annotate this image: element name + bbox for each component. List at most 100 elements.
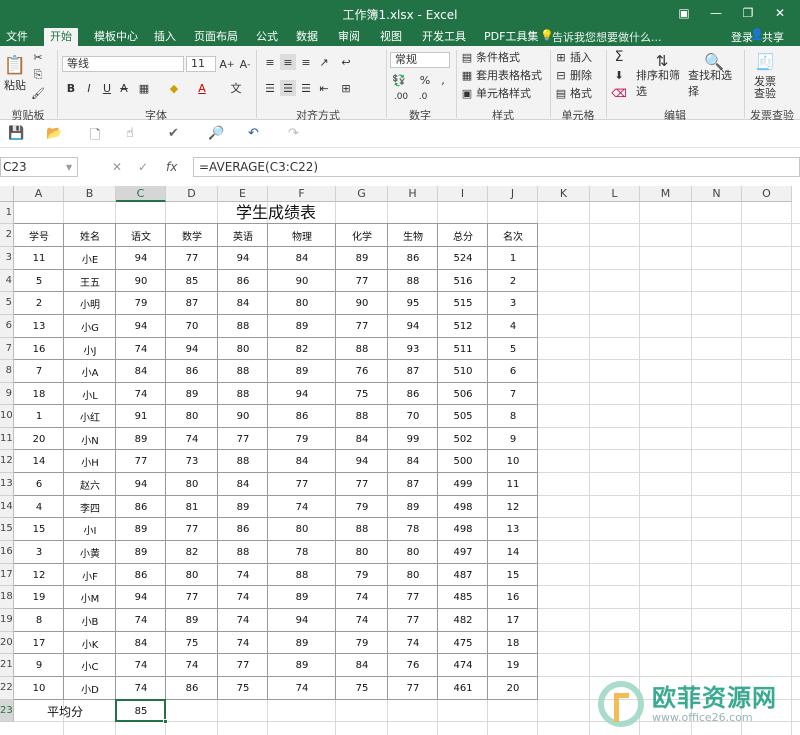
paste-button[interactable]: 粘贴 bbox=[2, 78, 28, 92]
row-header[interactable]: 9 bbox=[0, 383, 14, 405]
table-cell[interactable]: 16 bbox=[14, 338, 64, 360]
new-file-icon[interactable]: 🗋 bbox=[90, 126, 100, 148]
table-cell[interactable]: 86 bbox=[388, 383, 438, 405]
row-header[interactable]: 23 bbox=[0, 700, 14, 722]
table-cell[interactable]: 89 bbox=[116, 541, 166, 564]
table-cell[interactable]: 89 bbox=[336, 247, 388, 270]
table-cell[interactable]: 84 bbox=[116, 360, 166, 383]
table-cell[interactable]: 94 bbox=[388, 315, 438, 338]
table-cell[interactable]: 474 bbox=[438, 654, 488, 677]
decrease-font-icon[interactable]: A- bbox=[238, 56, 252, 72]
table-cell[interactable]: 5 bbox=[488, 338, 538, 360]
table-cell[interactable]: 2 bbox=[14, 292, 64, 315]
table-cell[interactable]: 74 bbox=[218, 632, 268, 654]
table-cell[interactable]: 77 bbox=[336, 315, 388, 338]
autosum-icon[interactable]: Σ bbox=[610, 49, 628, 65]
touch-mode-icon[interactable]: ☝ bbox=[126, 126, 134, 141]
tab-pdf-tools[interactable]: PDF工具集 bbox=[478, 28, 544, 46]
table-cell[interactable]: 77 bbox=[268, 473, 336, 496]
table-cell[interactable]: 482 bbox=[438, 609, 488, 632]
table-cell[interactable]: 13 bbox=[14, 315, 64, 338]
table-cell[interactable]: 487 bbox=[438, 564, 488, 586]
table-cell[interactable]: 小B bbox=[64, 609, 116, 632]
table-cell[interactable]: 小G bbox=[64, 315, 116, 338]
table-cell[interactable]: 88 bbox=[218, 315, 268, 338]
table-cell[interactable]: 11 bbox=[488, 473, 538, 496]
table-cell[interactable]: 7 bbox=[488, 383, 538, 405]
table-cell[interactable]: 88 bbox=[218, 360, 268, 383]
table-cell[interactable]: 86 bbox=[218, 270, 268, 292]
tab-home[interactable]: 开始 bbox=[44, 28, 78, 46]
table-cell[interactable]: 485 bbox=[438, 586, 488, 609]
table-cell[interactable]: 77 bbox=[166, 586, 218, 609]
table-cell[interactable]: 89 bbox=[268, 586, 336, 609]
table-cell[interactable]: 1 bbox=[14, 405, 64, 428]
table-cell[interactable]: 9 bbox=[488, 428, 538, 450]
table-cell[interactable]: 小F bbox=[64, 564, 116, 586]
table-cell[interactable]: 小C bbox=[64, 654, 116, 677]
table-cell[interactable]: 90 bbox=[218, 405, 268, 428]
table-cell[interactable]: 小明 bbox=[64, 292, 116, 315]
table-cell[interactable]: 76 bbox=[336, 360, 388, 383]
column-header[interactable]: I bbox=[438, 186, 488, 202]
table-cell[interactable]: 74 bbox=[116, 677, 166, 700]
table-cell[interactable]: 小N bbox=[64, 428, 116, 450]
table-cell[interactable]: 94 bbox=[336, 450, 388, 473]
table-cell[interactable]: 89 bbox=[268, 632, 336, 654]
average-label-cell[interactable]: 平均分 bbox=[14, 700, 116, 722]
row-header[interactable]: 17 bbox=[0, 564, 14, 586]
sort-filter-button[interactable]: 排序和筛选 bbox=[636, 69, 688, 98]
open-folder-icon[interactable]: 📂 bbox=[46, 126, 62, 141]
column-header[interactable]: O bbox=[742, 186, 792, 202]
table-cell[interactable]: 75 bbox=[336, 677, 388, 700]
table-cell[interactable]: 80 bbox=[388, 541, 438, 564]
enter-icon[interactable]: ✓ bbox=[138, 160, 148, 174]
table-cell[interactable]: 77 bbox=[336, 270, 388, 292]
column-header[interactable]: N bbox=[692, 186, 742, 202]
table-header-cell[interactable]: 生物 bbox=[388, 224, 438, 247]
insert-cells-button[interactable]: 插入 bbox=[570, 50, 600, 64]
borders-icon[interactable]: ▦ bbox=[134, 80, 154, 96]
table-cell[interactable]: 15 bbox=[488, 564, 538, 586]
column-header[interactable]: G bbox=[336, 186, 388, 202]
cell-styles-button[interactable]: 单元格样式 bbox=[476, 86, 542, 100]
table-cell[interactable]: 516 bbox=[438, 270, 488, 292]
table-cell[interactable]: 80 bbox=[268, 292, 336, 315]
table-cell[interactable]: 498 bbox=[438, 518, 488, 541]
align-middle-icon[interactable]: ≡ bbox=[280, 54, 296, 70]
table-cell[interactable]: 8 bbox=[488, 405, 538, 428]
table-cell[interactable]: 94 bbox=[268, 383, 336, 405]
tab-insert[interactable]: 插入 bbox=[148, 28, 182, 46]
table-cell[interactable]: 75 bbox=[166, 632, 218, 654]
tab-page-layout[interactable]: 页面布局 bbox=[188, 28, 244, 46]
increase-font-icon[interactable]: A + bbox=[219, 56, 234, 72]
align-right-icon[interactable]: ☰ bbox=[298, 80, 314, 96]
table-cell[interactable]: 89 bbox=[388, 496, 438, 518]
row-header[interactable]: 13 bbox=[0, 473, 14, 496]
table-cell[interactable]: 80 bbox=[388, 564, 438, 586]
table-cell[interactable]: 80 bbox=[218, 338, 268, 360]
delete-cells-button[interactable]: 删除 bbox=[570, 68, 600, 82]
format-cells-button[interactable]: 格式 bbox=[570, 86, 600, 100]
column-header[interactable]: D bbox=[166, 186, 218, 202]
table-cell[interactable]: 88 bbox=[336, 518, 388, 541]
table-cell[interactable]: 84 bbox=[218, 473, 268, 496]
table-cell[interactable]: 19 bbox=[14, 586, 64, 609]
table-cell[interactable]: 18 bbox=[488, 632, 538, 654]
table-cell[interactable]: 74 bbox=[268, 677, 336, 700]
copy-icon[interactable]: ⎘ bbox=[30, 68, 46, 82]
table-cell[interactable]: 10 bbox=[488, 450, 538, 473]
table-cell[interactable]: 88 bbox=[388, 270, 438, 292]
table-cell[interactable]: 94 bbox=[116, 473, 166, 496]
spelling-icon[interactable]: ✔ bbox=[168, 126, 179, 141]
row-header[interactable]: 5 bbox=[0, 292, 14, 315]
table-cell[interactable]: 84 bbox=[218, 292, 268, 315]
table-cell[interactable]: 87 bbox=[166, 292, 218, 315]
table-cell[interactable]: 90 bbox=[268, 270, 336, 292]
align-bottom-icon[interactable]: ≡ bbox=[298, 54, 314, 70]
table-cell[interactable]: 497 bbox=[438, 541, 488, 564]
row-header[interactable]: 10 bbox=[0, 405, 14, 428]
table-cell[interactable]: 77 bbox=[388, 609, 438, 632]
table-cell[interactable]: 75 bbox=[336, 383, 388, 405]
table-cell[interactable]: 99 bbox=[388, 428, 438, 450]
